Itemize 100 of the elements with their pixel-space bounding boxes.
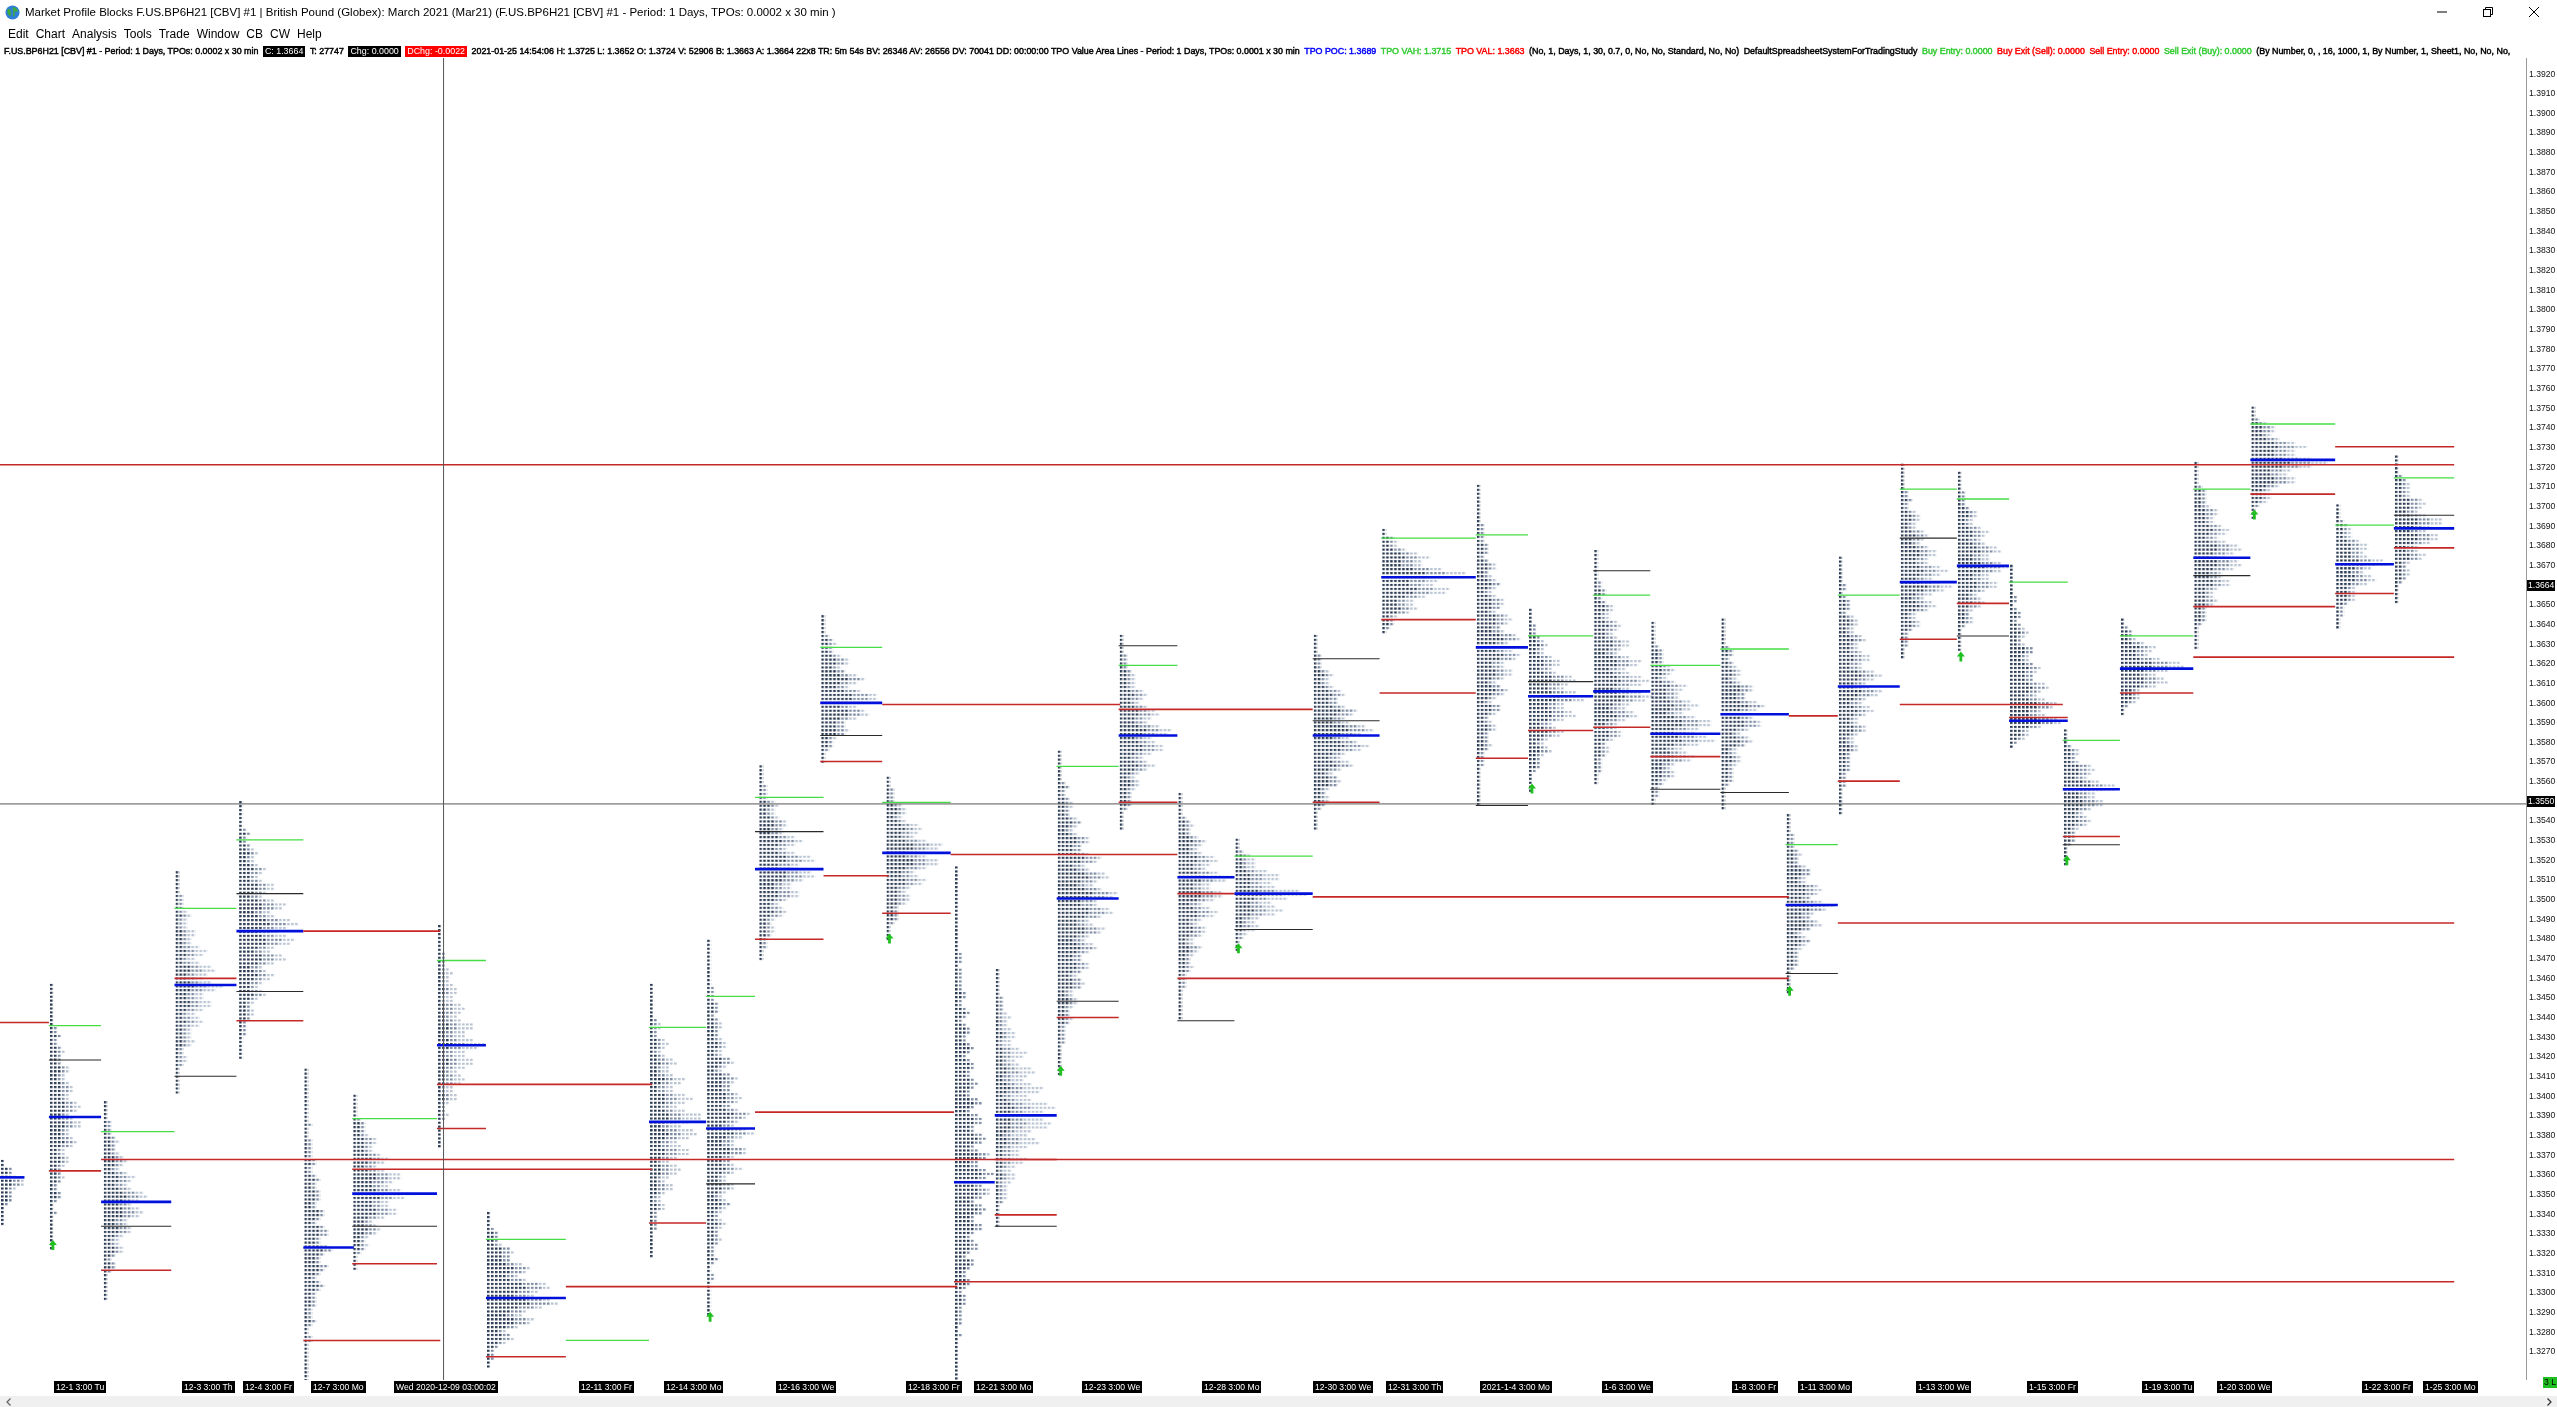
price-label: 1.3360 <box>2528 1169 2556 1181</box>
price-marker-label: 1.3664 <box>2527 579 2556 591</box>
price-label: 1.3860 <box>2528 186 2556 198</box>
date-label: 1-22 3:00 Fr <box>2362 1381 2413 1393</box>
price-label: 1.3520 <box>2528 854 2556 866</box>
price-label: 1.3760 <box>2528 383 2556 394</box>
price-label: 1.3340 <box>2528 1208 2556 1220</box>
price-label: 1.3700 <box>2528 500 2556 512</box>
date-label: 1-8 3:00 Fr <box>1732 1381 1779 1393</box>
date-label: 12-1 3:00 Tu <box>54 1381 107 1393</box>
price-label: 1.3300 <box>2528 1287 2556 1299</box>
price-label: 1.3400 <box>2528 1090 2556 1102</box>
menu-item[interactable]: Chart <box>32 26 69 42</box>
highlighted-value: Chg: 0.0000 <box>348 45 401 57</box>
date-label: Wed 2020-12-09 03:00:02 <box>394 1381 498 1393</box>
price-label: 1.3630 <box>2528 638 2556 650</box>
date-label: 1-13 3:00 We <box>1916 1381 1972 1393</box>
price-label: 1.3390 <box>2528 1110 2556 1122</box>
status-text: (No, 1, Days, 1, 30, 0.7, 0, No, No, Standard, No, No) <box>1529 45 1740 57</box>
chevron-right-icon <box>2546 1397 2552 1406</box>
date-label: 1-20 3:00 We <box>2217 1381 2273 1393</box>
date-label: 12-28 3:00 Mo <box>1202 1381 1262 1393</box>
price-label: 1.3840 <box>2528 225 2556 237</box>
price-label: 1.3650 <box>2528 599 2556 611</box>
status-text: 2021-01-25 14:54:06 H: 1.3725 L: 1.3652 O: 1.3724 V: 52906 B: 1.3663 A: 1.3664 22x8 TR: 5m 54s BV: 26346 AV: 26556 DV: 70041 DD: 00:00:00 TPO Value Area Lines - Period: 1 Days, TPOs: 0.0001 x 30 min <box>471 45 1300 57</box>
date-label: 12-3 3:00 Th <box>182 1381 235 1393</box>
status-text: TPO VAL: 1.3663 <box>1455 45 1525 57</box>
price-label: 1.3380 <box>2528 1129 2556 1141</box>
menu-item[interactable]: Trade <box>155 26 193 42</box>
price-label: 1.3570 <box>2528 756 2556 768</box>
restore-icon <box>2483 7 2493 17</box>
price-label: 1.3830 <box>2528 245 2556 257</box>
date-label: 12-23 3:00 We <box>1082 1381 1143 1393</box>
price-label: 1.3690 <box>2528 520 2556 532</box>
globe-icon <box>5 4 20 20</box>
price-label: 1.3680 <box>2528 540 2556 552</box>
highlighted-value: C: 1.3664 <box>262 45 306 57</box>
status-text: F.US.BP6H21 [CBV] #1 - Period: 1 Days, TPOs: 0.0002 x 30 min <box>4 45 259 57</box>
price-label: 1.3720 <box>2528 461 2556 473</box>
close-icon <box>2529 7 2539 17</box>
status-text: TPO POC: 1.3689 <box>1304 45 1377 57</box>
date-label: 12-7 3:00 Mo <box>311 1381 366 1393</box>
price-label: 1.3450 <box>2528 992 2556 1004</box>
price-label: 1.3350 <box>2528 1188 2556 1200</box>
menu-item[interactable]: Tools <box>120 26 155 42</box>
price-label: 1.3440 <box>2528 1012 2556 1023</box>
status-text: DefaultSpreadsheetSystemForTradingStudy <box>1743 45 1918 57</box>
menu-item[interactable]: Window <box>193 26 243 42</box>
date-label: 1-11 3:00 Mo <box>1798 1381 1852 1393</box>
price-label: 1.3540 <box>2528 815 2556 827</box>
price-label: 1.3710 <box>2528 481 2556 493</box>
status-badge: 3 L <box>2543 1377 2557 1388</box>
status-text: Sell Exit (Buy): 0.0000 <box>2163 45 2252 57</box>
price-label: 1.3790 <box>2528 324 2556 336</box>
date-label: 12-16 3:00 We <box>776 1381 837 1393</box>
menu-item[interactable]: Edit <box>5 26 32 42</box>
price-label: 1.3880 <box>2528 147 2556 159</box>
price-label: 1.3530 <box>2528 835 2556 847</box>
price-label: 1.3920 <box>2528 68 2556 80</box>
date-label: 12-4 3:00 Fr <box>243 1381 294 1393</box>
menu-item[interactable]: Analysis <box>69 26 120 42</box>
price-label: 1.3850 <box>2528 206 2556 218</box>
chevron-left-icon <box>5 1397 11 1406</box>
menu-item[interactable]: Help <box>294 26 325 42</box>
horizontal-scrollbar[interactable] <box>0 1396 2557 1407</box>
price-label: 1.3430 <box>2528 1031 2556 1043</box>
price-label: 1.3740 <box>2528 422 2556 434</box>
price-label: 1.3820 <box>2528 265 2556 277</box>
status-text: (By Number, 0, , 16, 1000, 1, By Number, 1, Sheet1, No, No, No, <box>2256 45 2511 57</box>
price-label: 1.3470 <box>2528 953 2556 965</box>
menu-item[interactable]: CB <box>243 26 266 42</box>
status-text: Buy Exit (Sell): 0.0000 <box>1997 45 2085 57</box>
date-label: 12-30 3:00 We <box>1313 1381 1374 1393</box>
price-label: 1.3800 <box>2528 304 2556 316</box>
price-label: 1.3320 <box>2528 1247 2556 1259</box>
price-label: 1.3910 <box>2528 88 2556 100</box>
price-label: 1.3410 <box>2528 1071 2556 1082</box>
price-label: 1.3590 <box>2528 717 2556 729</box>
price-label: 1.3810 <box>2528 284 2556 296</box>
price-label: 1.3280 <box>2528 1326 2556 1338</box>
price-label: 1.3290 <box>2528 1306 2556 1318</box>
price-label: 1.3500 <box>2528 894 2556 906</box>
menu-item[interactable]: CW <box>267 26 293 42</box>
date-label: 1-15 3:00 Fr <box>2027 1381 2078 1393</box>
price-label: 1.3890 <box>2528 127 2556 139</box>
price-label: 1.3780 <box>2528 343 2556 355</box>
price-label: 1.3750 <box>2528 402 2556 414</box>
price-label: 1.3270 <box>2528 1346 2556 1358</box>
price-label: 1.3670 <box>2528 559 2556 571</box>
status-text: T: 27747 <box>309 45 344 57</box>
status-text: Sell Entry: 0.0000 <box>2089 45 2160 57</box>
price-label: 1.3370 <box>2528 1149 2556 1161</box>
date-label: 2021-1-4 3:00 Mo <box>1480 1381 1552 1393</box>
window-title: Market Profile Blocks F.US.BP6H21 [CBV] #1 | British Pound (Globex): March 2021 (Mar21) (F.US.BP6H21 [CBV] #1 - Period: 1 Days, TPOs: 0.0002 x 30 min ) <box>25 6 836 18</box>
price-label: 1.3730 <box>2528 442 2556 453</box>
price-marker-label: 1.3550 <box>2527 795 2556 807</box>
date-label: 12-11 3:00 Fr <box>579 1381 634 1393</box>
date-label: 12-18 3:00 Fr <box>906 1381 962 1393</box>
price-label: 1.3490 <box>2528 913 2556 925</box>
price-label: 1.3420 <box>2528 1051 2556 1063</box>
